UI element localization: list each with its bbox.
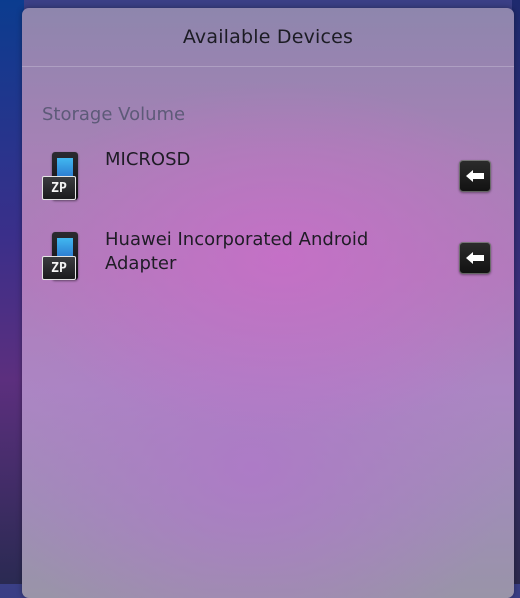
unmount-button[interactable]: [459, 242, 491, 274]
desktop-background: [0, 0, 24, 584]
unmount-button[interactable]: [459, 160, 491, 192]
zp-badge: ZP: [42, 176, 76, 200]
device-name: MICROSD: [105, 149, 191, 170]
available-devices-panel: Available Devices Storage Volume ZP MICR…: [22, 8, 514, 598]
unmount-icon: [466, 252, 484, 264]
zp-badge: ZP: [42, 256, 76, 280]
panel-title: Available Devices: [182, 26, 354, 48]
unmount-icon: [466, 170, 484, 182]
section-label-storage-volume: Storage Volume: [42, 104, 186, 125]
device-name: Huawei Incorporated Android Adapter: [105, 229, 369, 274]
portable-device-icon: ZP: [42, 230, 82, 284]
panel-header: Available Devices: [22, 8, 514, 67]
portable-device-icon: ZP: [42, 150, 82, 204]
